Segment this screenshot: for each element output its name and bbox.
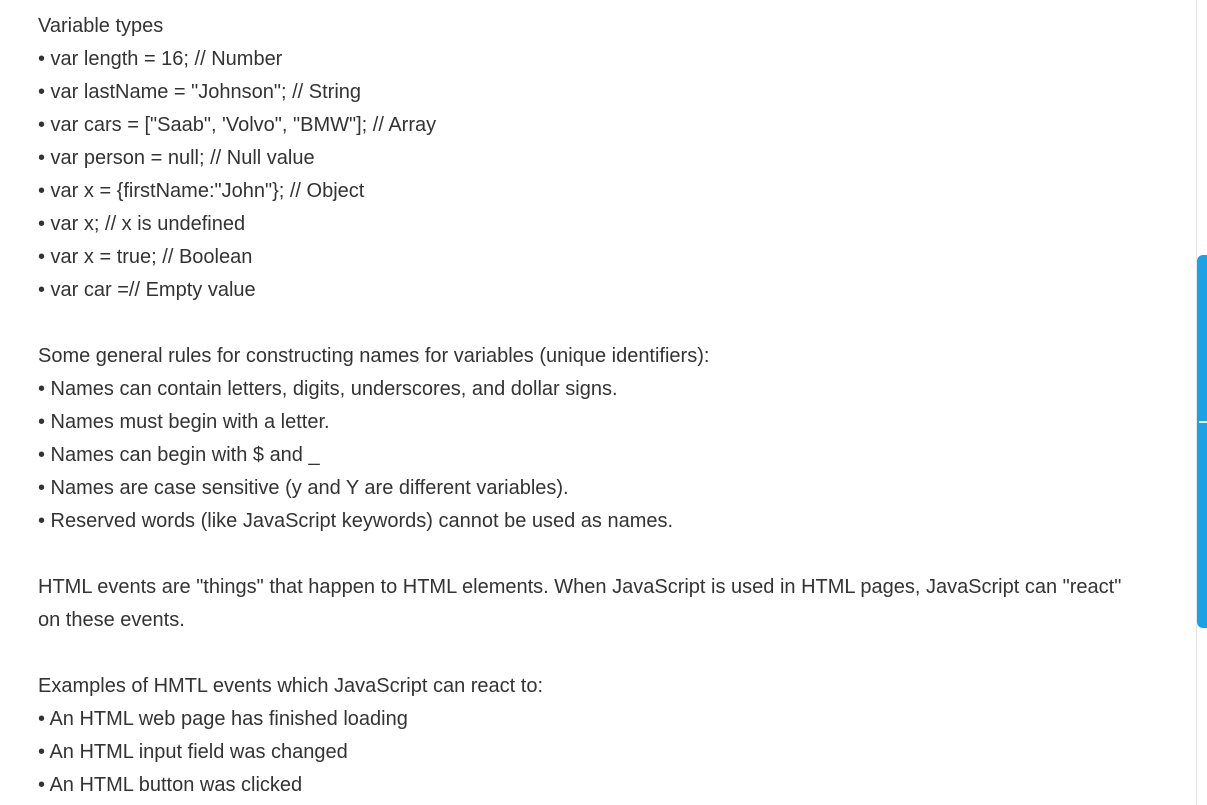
event-examples-heading: Examples of HMTL events which JavaScript… (38, 675, 544, 697)
scrollbar-thumb[interactable] (1197, 255, 1207, 628)
naming-rules-heading: Some general rules for constructing name… (38, 345, 710, 367)
list-item: • An HTML web page has finished loading (38, 708, 408, 730)
naming-rules-section: Some general rules for constructing name… (38, 340, 1158, 538)
list-item: • Names can begin with $ and _ (38, 444, 320, 466)
list-item: • var x = true; // Boolean (38, 246, 253, 268)
scrollbar-grip (1199, 421, 1207, 423)
list-item: • An HTML input field was changed (38, 741, 348, 763)
list-item: • Names can contain letters, digits, und… (38, 378, 618, 400)
list-item: • Reserved words (like JavaScript keywor… (38, 510, 674, 532)
list-item: • Names are case sensitive (y and Y are … (38, 477, 569, 499)
article-body: Variable types • var length = 16; // Num… (38, 10, 1158, 802)
list-item: • var length = 16; // Number (38, 48, 283, 70)
list-item: • var x = {firstName:"John"}; // Object (38, 180, 365, 202)
list-item: • var cars = ["Saab", 'Volvo", "BMW"]; /… (38, 114, 437, 136)
variable-types-heading: Variable types (38, 15, 164, 37)
list-item: • An HTML button was clicked (38, 774, 303, 796)
event-examples-section: Examples of HMTL events which JavaScript… (38, 670, 1158, 802)
list-item: • var lastName = "Johnson"; // String (38, 81, 362, 103)
html-events-paragraph: HTML events are "things" that happen to … (38, 576, 1122, 631)
list-item: • Names must begin with a letter. (38, 411, 330, 433)
variable-types-section: Variable types • var length = 16; // Num… (38, 10, 1158, 307)
list-item: • var person = null; // Null value (38, 147, 315, 169)
list-item: • var car =// Empty value (38, 279, 256, 301)
list-item: • var x; // x is undefined (38, 213, 246, 235)
